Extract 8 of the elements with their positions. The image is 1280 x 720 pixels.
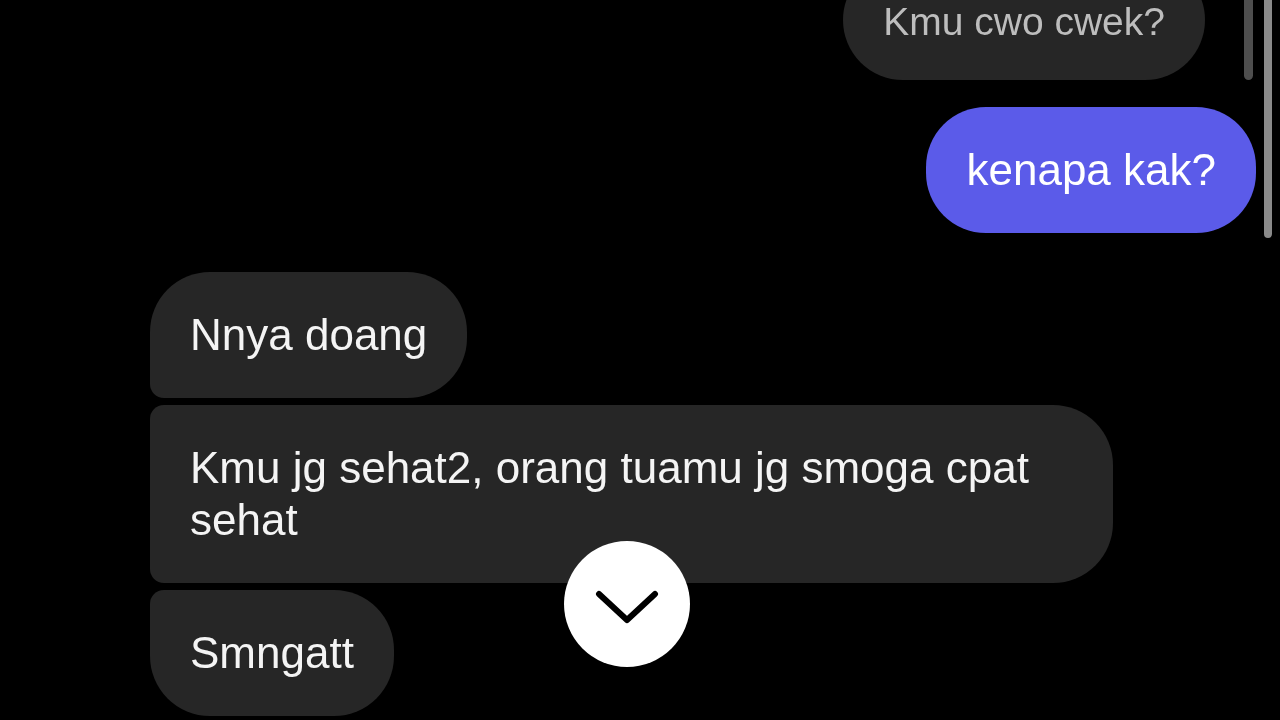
message-bubble: kenapa kak? bbox=[926, 107, 1256, 233]
message-bubble: Smngatt bbox=[150, 590, 394, 716]
scrollbar[interactable] bbox=[1244, 0, 1253, 80]
scrollbar[interactable] bbox=[1264, 0, 1272, 238]
message-bubble: Nnya doang bbox=[150, 272, 468, 398]
message-bubble: Kmu jg sehat2, orang tuamu jg smoga cpat sehat bbox=[150, 405, 1113, 583]
chevron-down-icon bbox=[595, 590, 659, 624]
quoted-message: Kmu cwo cwek? bbox=[843, 0, 1205, 80]
